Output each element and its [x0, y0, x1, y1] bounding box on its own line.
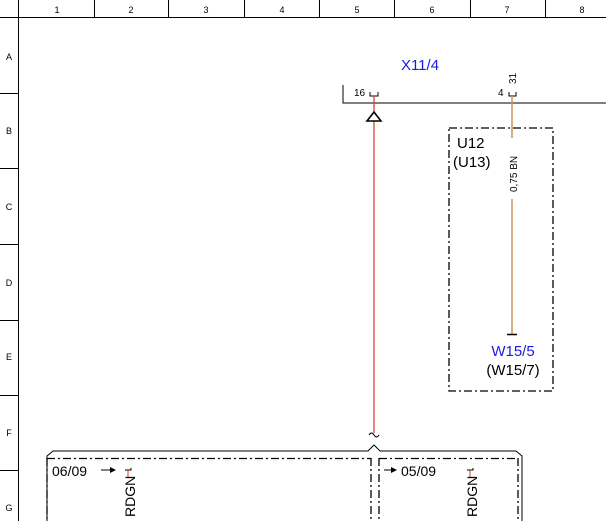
- row-label: B: [6, 126, 12, 136]
- bottom-bracket: [46, 444, 523, 521]
- connector-pin-sub-label: 31: [508, 72, 519, 84]
- column-label: 7: [504, 5, 509, 15]
- connector-name: X11/4: [401, 57, 439, 74]
- connector-pin-label: 16: [354, 88, 366, 99]
- column-label: 2: [128, 5, 133, 15]
- ground-triangle-icon: [365, 110, 383, 122]
- wire-code: RDGN: [122, 476, 138, 517]
- connector-pin-terminal: [369, 92, 379, 97]
- column-label: 8: [579, 5, 584, 15]
- wire-terminal: [467, 468, 474, 471]
- row-label: C: [6, 202, 13, 212]
- page-reference: 05/09: [401, 463, 436, 479]
- column-label: 3: [203, 5, 208, 15]
- wire-label: 0,75 BN: [509, 156, 520, 192]
- page-reference: 06/09: [52, 463, 87, 479]
- row-label: G: [5, 503, 12, 513]
- column-label: 5: [354, 5, 359, 15]
- row-label: D: [6, 278, 13, 288]
- arrow-right-icon: [384, 467, 397, 473]
- column-label: 4: [279, 5, 284, 15]
- column-label: 6: [429, 5, 434, 15]
- row-label: F: [6, 428, 12, 438]
- connector-outline: [342, 85, 606, 104]
- connector-pin-terminal: [508, 92, 517, 97]
- arrow-right-icon: [101, 467, 116, 473]
- row-label: A: [6, 52, 12, 62]
- component-alt-name: (U13): [453, 154, 491, 171]
- row-ticks: [0, 17, 18, 471]
- column-label: 1: [54, 5, 59, 15]
- wire-terminal: [125, 468, 132, 471]
- wire-code: RDGN: [464, 476, 480, 517]
- row-label: E: [6, 352, 12, 362]
- wire-break-icon: [368, 432, 380, 438]
- component-name: U12: [457, 135, 485, 152]
- connector-pin-label: 4: [498, 88, 504, 99]
- wiring-diagram: 1 2 3 4 5 6 7 8 A B C D E F G X11/4 16 4…: [0, 0, 606, 521]
- splice-alt-name: (W15/7): [486, 362, 539, 379]
- splice-name: W15/5: [491, 343, 534, 360]
